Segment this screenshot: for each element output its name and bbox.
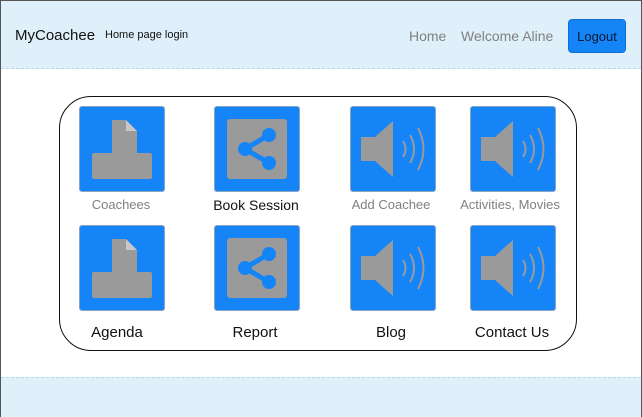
nav-home-link[interactable]: Home <box>409 28 446 44</box>
brand-title[interactable]: MyCoachee <box>15 27 95 44</box>
logout-button[interactable]: Logout <box>568 19 626 53</box>
welcome-text: Welcome Aline <box>461 28 554 44</box>
speaker-icon <box>481 121 545 177</box>
app-frame: MyCoachee Home page login Home Welcome A… <box>0 0 642 417</box>
tile-label-report: Report <box>232 324 278 341</box>
share-icon <box>227 119 287 179</box>
share-icon <box>227 238 287 298</box>
activities-movies-tile[interactable] <box>470 106 556 192</box>
tile-label-activities-movies: Activities, Movies <box>460 197 560 212</box>
contact-us-tile[interactable] <box>470 225 556 311</box>
tile-label-book-session: Book Session <box>213 197 299 213</box>
report-tile[interactable] <box>214 225 300 311</box>
speaker-icon <box>361 240 425 296</box>
blog-tile[interactable] <box>350 225 436 311</box>
tile-label-blog: Blog <box>375 324 407 341</box>
page-footer <box>1 377 641 417</box>
agenda-tile[interactable] <box>79 225 165 311</box>
top-header: MyCoachee Home page login Home Welcome A… <box>1 1 641 69</box>
add-coachee-tile[interactable] <box>350 106 436 192</box>
tile-label-add-coachee: Add Coachee <box>351 197 431 212</box>
document-printer-icon <box>92 239 152 298</box>
speaker-icon <box>481 240 545 296</box>
coachees-tile[interactable] <box>79 106 165 192</box>
document-printer-icon <box>92 120 152 179</box>
tile-label-contact-us: Contact Us <box>474 324 550 341</box>
book-session-tile[interactable] <box>214 106 300 192</box>
tile-label-coachees: Coachees <box>91 197 151 212</box>
speaker-icon <box>361 121 425 177</box>
tile-label-agenda: Agenda <box>91 324 143 341</box>
page-subtitle: Home page login <box>105 29 189 41</box>
